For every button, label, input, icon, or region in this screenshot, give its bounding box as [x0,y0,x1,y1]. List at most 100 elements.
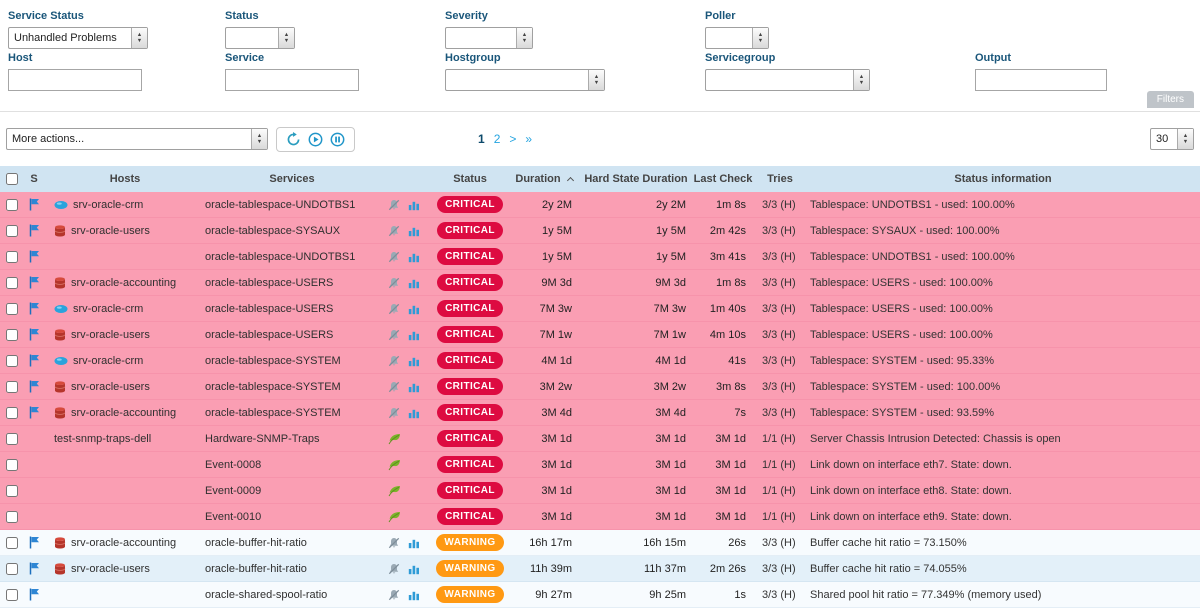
row-checkbox[interactable] [6,329,18,341]
performance-graph-icon[interactable] [408,277,420,289]
col-header-hosts[interactable]: Hosts [46,166,204,192]
service-link[interactable]: oracle-buffer-hit-ratio [205,537,307,549]
performance-graph-icon[interactable] [408,225,420,237]
poller-select[interactable] [705,27,769,49]
play-button[interactable] [308,132,323,147]
col-header-last-check[interactable]: Last Check [692,166,754,192]
host-link[interactable]: srv-oracle-users [71,329,150,341]
status-select[interactable] [225,27,295,49]
hostgroup-select[interactable] [445,69,605,91]
service-link[interactable]: oracle-tablespace-USERS [205,277,333,289]
row-checkbox[interactable] [6,485,18,497]
host-link[interactable]: srv-oracle-users [71,381,150,393]
performance-graph-icon[interactable] [408,251,420,263]
performance-graph-icon[interactable] [408,199,420,211]
service-input[interactable] [225,69,359,91]
page-size-select[interactable]: 30 [1150,128,1194,150]
service-status-select[interactable]: Unhandled Problems [8,27,148,49]
row-checkbox[interactable] [6,355,18,367]
col-header-services[interactable]: Services [204,166,380,192]
service-link[interactable]: oracle-tablespace-UNDOTBS1 [205,199,355,211]
page-last-link[interactable]: » [525,132,532,146]
host-link[interactable]: test-snmp-traps-dell [54,433,151,445]
row-checkbox[interactable] [6,459,18,471]
host-link[interactable]: srv-oracle-users [71,225,150,237]
status-information-cell: Tablespace: USERS - used: 100.00% [806,270,1200,295]
row-checkbox[interactable] [6,407,18,419]
servicegroup-select[interactable] [705,69,870,91]
col-header-s[interactable]: S [22,166,46,192]
service-link[interactable]: oracle-tablespace-USERS [205,329,333,341]
service-link[interactable]: oracle-tablespace-SYSTEM [205,407,341,419]
row-checkbox[interactable] [6,563,18,575]
service-link[interactable]: oracle-buffer-hit-ratio [205,563,307,575]
row-checkbox[interactable] [6,433,18,445]
performance-graph-icon[interactable] [408,329,420,341]
service-label: Service [225,52,359,64]
host-link[interactable]: srv-oracle-crm [73,355,143,367]
host-input[interactable] [8,69,142,91]
status-information-cell: Buffer cache hit ratio = 73.150% [806,530,1200,555]
status-badge: CRITICAL [437,482,503,499]
col-header-status-information[interactable]: Status information [806,166,1200,192]
row-checkbox[interactable] [6,277,18,289]
row-checkbox[interactable] [6,381,18,393]
col-header-hard-state-duration[interactable]: Hard State Duration [580,166,692,192]
unhandled-flag-icon [29,198,40,211]
row-checkbox[interactable] [6,589,18,601]
filters-button[interactable]: Filters [1147,91,1194,108]
row-checkbox[interactable] [6,303,18,315]
performance-graph-icon[interactable] [408,407,420,419]
service-link[interactable]: oracle-tablespace-SYSAUX [205,225,340,237]
sort-asc-icon [567,176,574,183]
output-input[interactable] [975,69,1107,91]
host-link[interactable]: srv-oracle-crm [73,303,143,315]
refresh-button[interactable] [286,132,301,147]
severity-select[interactable] [445,27,533,49]
performance-graph-icon[interactable] [408,589,420,601]
page-next-link[interactable]: > [509,132,516,146]
host-link[interactable]: srv-oracle-users [71,563,150,575]
host-link[interactable]: srv-oracle-accounting [71,277,176,289]
row-checkbox[interactable] [6,251,18,263]
hard-state-duration-cell: 1y 5M [580,244,692,269]
service-link[interactable]: oracle-tablespace-USERS [205,303,333,315]
service-link[interactable]: oracle-tablespace-UNDOTBS1 [205,251,355,263]
performance-graph-icon[interactable] [408,381,420,393]
page-current[interactable]: 1 [478,132,485,146]
service-link[interactable]: oracle-tablespace-SYSTEM [205,355,341,367]
host-icon-crm [54,356,68,366]
service-link[interactable]: Event-0008 [205,459,261,471]
passive-check-icon [388,433,401,445]
host-link[interactable]: srv-oracle-accounting [71,407,176,419]
more-actions-select[interactable]: More actions... [6,128,268,150]
toolbar: More actions... 1 2 > » [0,112,1200,166]
table-row: srv-oracle-users oracle-tablespace-SYSTE… [0,374,1200,400]
table-header: S Hosts Services Status Duration Hard St… [0,166,1200,192]
service-link[interactable]: Event-0010 [205,511,261,523]
performance-graph-icon[interactable] [408,303,420,315]
filter-status: Status [225,10,295,49]
service-link[interactable]: oracle-tablespace-SYSTEM [205,381,341,393]
service-link[interactable]: oracle-shared-spool-ratio [205,589,327,601]
col-header-tries[interactable]: Tries [754,166,806,192]
page-2-link[interactable]: 2 [494,132,501,146]
output-label: Output [975,52,1107,64]
host-link[interactable]: srv-oracle-crm [73,199,143,211]
pause-button[interactable] [330,132,345,147]
performance-graph-icon[interactable] [408,355,420,367]
host-link[interactable]: srv-oracle-accounting [71,537,176,549]
row-checkbox[interactable] [6,511,18,523]
service-link[interactable]: Hardware-SNMP-Traps [205,433,320,445]
row-checkbox[interactable] [6,225,18,237]
performance-graph-icon[interactable] [408,537,420,549]
performance-graph-icon[interactable] [408,563,420,575]
pause-icon [330,135,345,150]
col-header-status[interactable]: Status [432,166,508,192]
row-checkbox[interactable] [6,537,18,549]
row-checkbox[interactable] [6,199,18,211]
select-all-checkbox[interactable] [6,173,18,185]
service-link[interactable]: Event-0009 [205,485,261,497]
col-header-duration[interactable]: Duration [508,166,580,192]
passive-check-icon [388,459,401,471]
